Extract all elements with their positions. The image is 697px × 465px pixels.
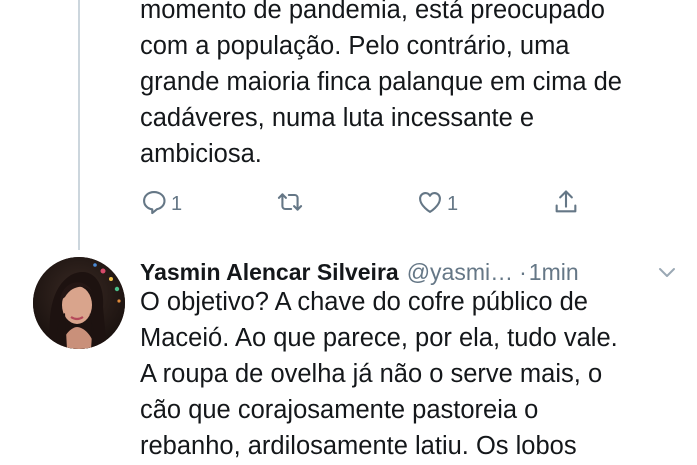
like-button[interactable]: 1	[416, 188, 458, 221]
retweet-button[interactable]	[276, 188, 304, 221]
chevron-down-icon[interactable]	[655, 260, 679, 284]
separator-dot: ·	[519, 258, 527, 285]
share-icon	[552, 188, 580, 221]
author-handle[interactable]: @yasmi…	[407, 259, 513, 286]
reply-icon	[140, 188, 168, 221]
avatar[interactable]	[33, 257, 125, 349]
tweet-actions: 1 1	[140, 188, 600, 224]
timestamp[interactable]: 1min	[529, 259, 579, 286]
like-count: 1	[447, 193, 459, 215]
tweet-text: momento de pandemia, está preocupado com…	[140, 0, 622, 168]
author-name[interactable]: Yasmin Alencar Silveira	[140, 259, 399, 286]
thread-line	[78, 0, 80, 250]
retweet-icon	[276, 188, 304, 221]
share-button[interactable]	[552, 188, 580, 221]
tweet-text: O objetivo? A chave do cofre público de …	[140, 288, 618, 460]
reply-button[interactable]: 1	[140, 188, 182, 221]
like-icon	[416, 188, 444, 221]
reply-count: 1	[171, 193, 183, 215]
